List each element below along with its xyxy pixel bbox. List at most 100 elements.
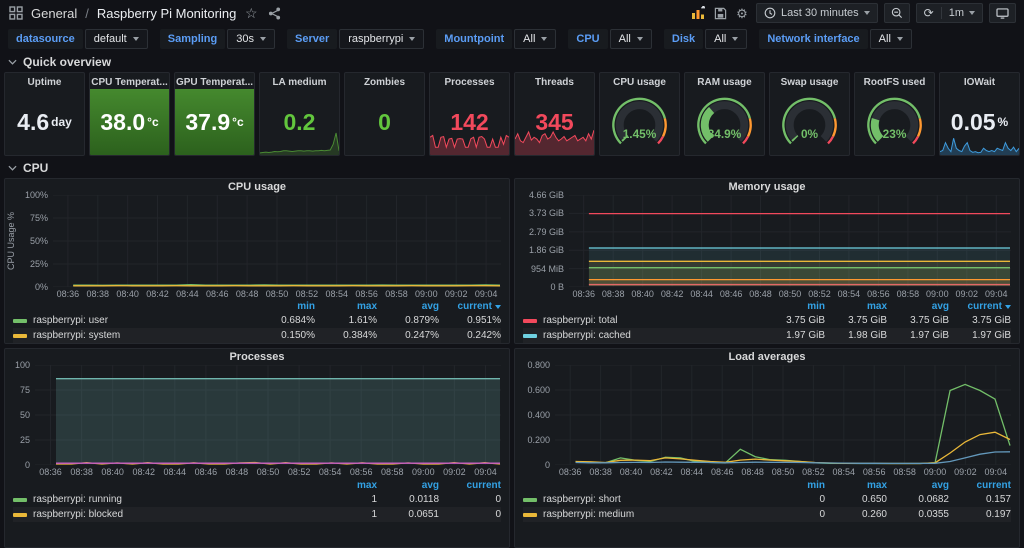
star-icon[interactable]: ☆ — [243, 5, 259, 21]
x-tick-label: 08:56 — [863, 467, 886, 477]
stat-value: 345 — [535, 111, 573, 134]
section-cpu[interactable]: CPU — [0, 160, 1024, 176]
x-axis: 08:3608:3808:4008:4208:4408:4608:4808:50… — [555, 465, 1011, 479]
monitor-icon — [996, 8, 1009, 19]
settings-gear-icon[interactable]: ⚙ — [734, 5, 750, 21]
legend-column-max[interactable]: max — [825, 480, 887, 491]
stat-panel-title[interactable]: RootFS used — [855, 73, 934, 89]
legend-column-min[interactable]: min — [763, 301, 825, 312]
legend-column-avg[interactable]: avg — [887, 301, 949, 312]
variable-cpu-dropdown[interactable]: All — [610, 29, 652, 49]
zoom-out-time-button[interactable] — [884, 3, 910, 23]
y-tick-label: 1.86 GiB — [529, 245, 564, 255]
variable-sampling-dropdown[interactable]: 30s — [227, 29, 275, 49]
stat-panel-title[interactable]: LA medium — [260, 73, 339, 89]
legend-column-current[interactable]: current — [949, 480, 1011, 491]
series-toggle[interactable]: raspberrypi: running — [13, 494, 315, 505]
legend-column-max[interactable]: max — [315, 480, 377, 491]
chevron-down-icon — [969, 11, 975, 15]
series-toggle[interactable]: raspberrypi: medium — [523, 509, 763, 520]
chevron-down-icon — [864, 11, 870, 15]
section-quick-overview[interactable]: Quick overview — [0, 54, 1024, 70]
series-line — [576, 432, 1011, 463]
variable-network-interface-dropdown[interactable]: All — [870, 29, 912, 49]
stat-panel-title[interactable]: Zombies — [345, 73, 424, 89]
variable-disk-dropdown[interactable]: All — [705, 29, 747, 49]
series-toggle[interactable]: raspberrypi: user — [13, 315, 253, 326]
y-tick-label: 3.73 GiB — [529, 208, 564, 218]
x-tick-label: 08:48 — [749, 289, 772, 299]
gauge: 0% — [770, 94, 849, 150]
legend-value: 0.384% — [315, 330, 377, 341]
stat-uptime: Uptime4.6day — [4, 72, 85, 156]
stat-panel-title[interactable]: Uptime — [5, 73, 84, 89]
variable-value: All — [619, 33, 631, 45]
x-axis: 08:3608:3808:4008:4208:4408:4608:4808:50… — [35, 465, 501, 479]
chart-plot[interactable] — [35, 365, 501, 465]
legend-column-current[interactable]: current — [439, 480, 501, 491]
panel-title[interactable]: Load averages — [515, 349, 1019, 365]
stat-panel-title[interactable]: RAM usage — [685, 73, 764, 89]
x-tick-label: 08:56 — [350, 467, 373, 477]
x-tick-label: 08:36 — [572, 289, 595, 299]
breadcrumb-folder[interactable]: General — [31, 6, 77, 21]
legend-value: 3.75 GiB — [825, 315, 887, 326]
dashboards-grid-icon[interactable] — [8, 5, 24, 21]
series-swatch — [523, 498, 537, 502]
legend-column-max[interactable]: max — [825, 301, 887, 312]
x-tick-label: 09:04 — [475, 289, 498, 299]
legend-row: raspberrypi: medium00.2600.03550.197 — [523, 507, 1011, 522]
stat-la-medium: LA medium0.2 — [259, 72, 340, 156]
chart-plot[interactable] — [53, 195, 501, 287]
legend-column-min[interactable]: min — [253, 301, 315, 312]
variable-server-dropdown[interactable]: raspberrypi — [339, 29, 424, 49]
refresh-picker[interactable]: ⟳ 1m — [916, 3, 983, 23]
x-tick-label: 08:56 — [867, 289, 890, 299]
stat-panel-title[interactable]: Processes — [430, 73, 509, 89]
y-tick-label: 50% — [30, 236, 48, 246]
add-panel-icon[interactable] — [690, 5, 706, 21]
variable-datasource-dropdown[interactable]: default — [85, 29, 148, 49]
stat-rootfs-used: RootFS used23% — [854, 72, 935, 156]
share-icon[interactable] — [266, 5, 282, 21]
stat-panel-title[interactable]: IOWait — [940, 73, 1019, 89]
legend-column-avg[interactable]: avg — [887, 480, 949, 491]
series-swatch — [523, 513, 537, 517]
stat-body: 0 — [345, 89, 424, 155]
legend-column-min[interactable]: min — [763, 480, 825, 491]
series-toggle[interactable]: raspberrypi: cached — [523, 330, 763, 341]
legend-column-avg[interactable]: avg — [377, 480, 439, 491]
y-tick-label: 75% — [30, 213, 48, 223]
panel-title[interactable]: Processes — [5, 349, 509, 365]
chart-plot[interactable] — [569, 195, 1011, 287]
legend-column-current[interactable]: current — [439, 301, 501, 312]
stat-panel-title[interactable]: Swap usage — [770, 73, 849, 89]
series-toggle[interactable]: raspberrypi: total — [523, 315, 763, 326]
x-tick-label: 08:52 — [296, 289, 319, 299]
legend-column-current[interactable]: current — [949, 301, 1011, 312]
x-tick-label: 09:02 — [443, 467, 466, 477]
panel-title[interactable]: Memory usage — [515, 179, 1019, 195]
dashboard-title[interactable]: Raspberry Pi Monitoring — [97, 6, 236, 21]
y-axis: 0 B954 MiB1.86 GiB2.79 GiB3.73 GiB4.66 G… — [515, 195, 569, 287]
variable-value: All — [523, 33, 535, 45]
variable-mountpoint-dropdown[interactable]: All — [514, 29, 556, 49]
clock-icon — [764, 7, 776, 19]
legend-column-avg[interactable]: avg — [377, 301, 439, 312]
panel-title[interactable]: CPU usage — [5, 179, 509, 195]
chevron-down-icon — [8, 165, 17, 171]
chart-plot[interactable] — [555, 365, 1011, 465]
legend-column-max[interactable]: max — [315, 301, 377, 312]
series-toggle[interactable]: raspberrypi: blocked — [13, 509, 315, 520]
x-tick-label: 08:46 — [720, 289, 743, 299]
time-range-picker[interactable]: Last 30 minutes — [756, 3, 878, 23]
kiosk-mode-button[interactable] — [989, 3, 1016, 23]
x-tick-label: 09:04 — [474, 467, 497, 477]
stat-panel-title[interactable]: CPU usage — [600, 73, 679, 89]
stat-panel-title[interactable]: GPU Temperat... — [175, 73, 254, 89]
series-toggle[interactable]: raspberrypi: system — [13, 330, 253, 341]
stat-panel-title[interactable]: CPU Temperat... — [90, 73, 169, 89]
save-dashboard-icon[interactable] — [712, 5, 728, 21]
stat-panel-title[interactable]: Threads — [515, 73, 594, 89]
series-toggle[interactable]: raspberrypi: short — [523, 494, 763, 505]
